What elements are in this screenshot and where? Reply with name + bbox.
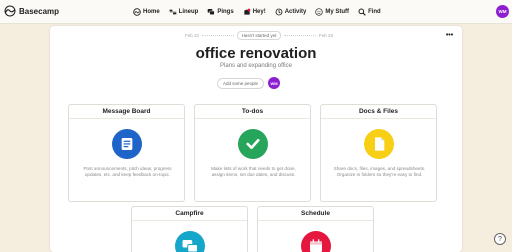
tool-card-campfire[interactable]: Campfire: [131, 206, 248, 252]
project-description: Plans and expanding office: [220, 63, 292, 69]
tool-card-docs-files[interactable]: Docs & Files Share docs, files, images, …: [320, 104, 437, 202]
nav-my-stuff[interactable]: My Stuff: [315, 8, 349, 16]
basecamp-home-icon: [133, 8, 141, 16]
tool-card-schedule[interactable]: Schedule: [257, 206, 374, 252]
checkmark-icon: [238, 129, 268, 159]
find-icon: [358, 8, 366, 16]
tool-card-todos[interactable]: To-dos Make lists of work that needs to …: [194, 104, 311, 202]
nav-lineup[interactable]: Lineup: [169, 8, 199, 16]
timeline-start-date: Feb 22: [185, 32, 200, 38]
lineup-icon: [169, 9, 177, 15]
timeline-end-date: Feb 28: [318, 32, 333, 38]
project-panel: Feb 22 Hasn't started yet Feb 28 ••• off…: [50, 26, 462, 252]
user-avatar[interactable]: WM: [496, 5, 509, 18]
project-title: office renovation: [195, 45, 317, 62]
nav-lineup-label: Lineup: [178, 9, 199, 15]
help-button[interactable]: ?: [494, 233, 506, 245]
timeline-status: Hasn't started yet: [236, 30, 282, 40]
nav-my-stuff-label: My Stuff: [325, 9, 350, 15]
tool-card-title: Message Board: [69, 105, 184, 119]
nav-activity-label: Activity: [284, 9, 307, 15]
more-dots-icon: •••: [445, 31, 454, 39]
activity-icon: [275, 8, 283, 16]
nav-activity[interactable]: Activity: [275, 8, 307, 16]
calendar-icon: [301, 231, 331, 252]
main-nav: Home Lineup Pings Hey! Activity My Stuff…: [133, 6, 390, 18]
tool-card-description: Make lists of work that needs to get don…: [211, 166, 296, 177]
chat-bubbles-icon: [175, 231, 205, 252]
tool-card-message-board[interactable]: Message Board Post announcements, pitch …: [68, 104, 185, 202]
tool-card-title: Schedule: [258, 207, 373, 221]
tool-card-title: Docs & Files: [321, 105, 436, 119]
add-people-button[interactable]: Add some people: [217, 77, 265, 89]
nav-pings[interactable]: Pings: [207, 8, 234, 16]
project-people: Add some people WM: [217, 77, 281, 89]
hey-icon: [244, 8, 251, 15]
nav-home-label: Home: [143, 9, 160, 15]
tool-card-title: To-dos: [195, 105, 310, 119]
nav-find-label: Find: [368, 9, 381, 15]
app-name: Basecamp: [19, 6, 60, 16]
message-board-icon: [112, 129, 142, 159]
member-avatar[interactable]: WM: [268, 77, 281, 89]
tool-card-description: Share docs, files, images, and spreadshe…: [333, 166, 426, 177]
nav-hey-label: Hey!: [252, 9, 266, 15]
tool-card-description: Post announcements, pitch ideas, progres…: [83, 166, 172, 177]
nav-find[interactable]: Find: [358, 8, 381, 16]
basecamp-logo[interactable]: Basecamp: [4, 5, 59, 17]
timeline-line: [284, 34, 316, 36]
basecamp-logo-icon: [4, 5, 16, 17]
nav-pings-label: Pings: [217, 9, 234, 15]
nav-home[interactable]: Home: [133, 8, 160, 16]
my-stuff-icon: [315, 8, 324, 16]
timeline-line: [202, 34, 234, 36]
nav-hey[interactable]: Hey!: [243, 8, 266, 16]
project-timeline[interactable]: Feb 22 Hasn't started yet Feb 28: [185, 30, 333, 40]
pings-icon: [208, 9, 215, 15]
tool-card-title: Campfire: [132, 207, 247, 221]
project-options-button[interactable]: •••: [443, 30, 456, 40]
top-navigation-bar: Basecamp Home Lineup Pings Hey! Activity…: [0, 0, 512, 24]
document-icon: [364, 129, 394, 159]
